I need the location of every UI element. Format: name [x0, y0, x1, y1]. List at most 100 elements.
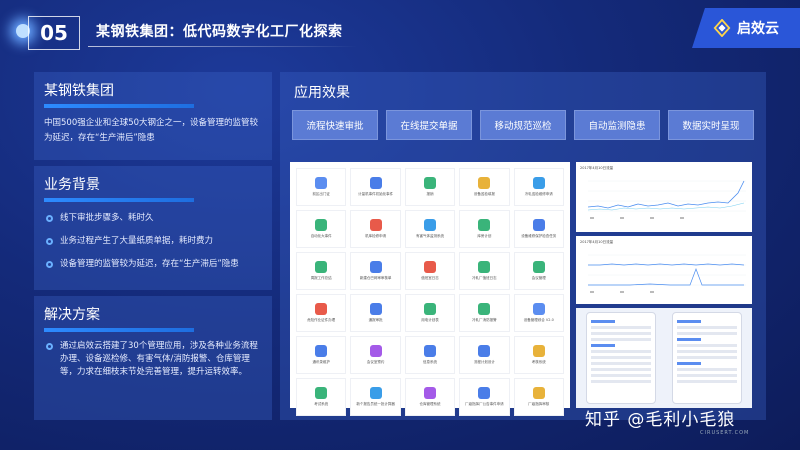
app-tile[interactable]: 信息系统	[404, 336, 456, 374]
app-tile[interactable]: 冷轧巡检维修申请	[513, 168, 564, 206]
app-tile[interactable]: 机库检修申请	[350, 210, 401, 248]
app-label: 冷轧巡检维修申请	[524, 192, 553, 196]
solution-item: 通过启效云搭建了30个管理应用，涉及各种业务流程办理、设备巡检修、有害气体/消防…	[44, 340, 262, 379]
app-tile[interactable]: 危险作业证件办理	[296, 294, 347, 332]
app-label: 信息系统	[422, 360, 437, 364]
app-label: 仓库管理系统	[419, 402, 441, 406]
app-tile[interactable]: 设备管理综合 V2.0	[513, 294, 564, 332]
series-line	[587, 202, 745, 211]
tab-auto-monitor[interactable]: 自动监测隐患	[574, 110, 660, 140]
app-tile[interactable]: 用电计划表	[404, 294, 456, 332]
app-icon	[478, 303, 491, 315]
app-icon	[315, 261, 328, 273]
mobile-app-screenshot	[576, 308, 752, 408]
app-icon	[532, 387, 545, 399]
app-tile[interactable]: 会议管理	[513, 252, 564, 290]
app-label: 库房计划	[477, 234, 492, 238]
app-tile[interactable]: 通讯录维护	[296, 336, 347, 374]
app-icon	[369, 177, 382, 189]
app-tile[interactable]: 流程计划设计	[459, 336, 510, 374]
panel-accent-bar	[44, 104, 194, 108]
tab-mobile-inspection[interactable]: 移动规范巡检	[480, 110, 566, 140]
app-grid-screenshot: 前区出门证 计量机事件初始化事件 报销 设备巡检填报 冷轧巡检维修申请自动化大事件 机库检…	[290, 162, 570, 416]
panel-accent-bar	[44, 328, 194, 332]
app-icon	[369, 261, 382, 273]
app-label: 新个报告员统一批计算器	[356, 402, 395, 406]
app-label: 用电计划表	[421, 318, 439, 322]
app-tile[interactable]: 库房计划	[459, 210, 510, 248]
app-label: 考核系统	[531, 360, 546, 364]
app-icon	[315, 177, 328, 189]
company-description: 中国500强企业和全球50大钢企之一，设备管理的监管较为延迟，存在“生产滞后”隐…	[44, 118, 259, 143]
app-icon	[478, 261, 491, 273]
app-tile[interactable]: 会议室预约	[350, 336, 401, 374]
app-tile[interactable]: 冷轧厂消防报警	[459, 294, 510, 332]
app-icon	[423, 261, 436, 273]
tab-fast-approval[interactable]: 流程快速审批	[292, 110, 378, 140]
page-title: 某钢铁集团：低代码数字化工厂化探索	[96, 24, 343, 40]
solution-panel: 解决方案 通过启效云搭建了30个管理应用，涉及各种业务流程办理、设备巡检修、有害…	[34, 296, 272, 420]
app-label: 计量机事件初始化事件	[358, 192, 394, 196]
chart-title: 2017年4月10日流量	[580, 166, 614, 170]
app-tile[interactable]: 设备维修保护检查任务	[513, 210, 564, 248]
app-icon	[532, 261, 545, 273]
tab-realtime-data[interactable]: 数据实时呈现	[668, 110, 754, 140]
effects-panel: 应用效果 流程快速审批 在线提交单据 移动规范巡检 自动监测隐患 数据实时呈现 …	[280, 72, 766, 420]
app-label: 考试系统	[314, 402, 329, 406]
bullet-circle-icon	[46, 238, 53, 245]
app-label: 自动化大事件	[310, 234, 332, 238]
app-icon	[423, 177, 436, 189]
app-tile[interactable]: 厂级指挥厂公告事件申请	[459, 378, 510, 416]
panel-accent-bar	[44, 198, 194, 202]
line-chart-2	[588, 254, 746, 293]
watermark-text: 知乎 @毛利小毛狼	[585, 410, 736, 430]
bullet-circle-icon	[46, 261, 53, 268]
app-icon	[532, 303, 545, 315]
tab-online-submit[interactable]: 在线提交单据	[386, 110, 472, 140]
section-number: 05	[28, 16, 80, 50]
app-tile[interactable]: 计量机事件初始化事件	[350, 168, 401, 206]
app-label: 报销	[426, 192, 434, 196]
company-panel: 某钢铁集团 中国500强企业和全球50大钢企之一，设备管理的监管较为延迟，存在“…	[34, 72, 272, 160]
app-label: 前区出门证	[312, 192, 330, 196]
app-tile[interactable]: 考核系统	[513, 336, 564, 374]
title-underline	[88, 46, 358, 47]
app-label: 通讯录维护	[312, 360, 330, 364]
line-chart-1	[587, 180, 746, 219]
app-tile[interactable]: 考试系统	[296, 378, 347, 416]
app-label: 有害气体监测系统	[415, 234, 444, 238]
app-tile[interactable]: 仓库管理系统	[404, 378, 456, 416]
left-column: 某钢铁集团 中国500强企业和全球50大钢企之一，设备管理的监管较为延迟，存在“…	[34, 72, 272, 426]
app-tile[interactable]: 值班室日志	[404, 252, 456, 290]
app-icon	[478, 387, 491, 399]
company-title: 某钢铁集团	[44, 83, 114, 99]
app-tile[interactable]: 冷轧厂值班日志	[459, 252, 510, 290]
brand-logo: 启效云	[692, 8, 800, 48]
app-tile[interactable]: 设备巡检填报	[459, 168, 510, 206]
app-icon	[369, 303, 382, 315]
app-tile[interactable]: 自动化大事件	[296, 210, 347, 248]
app-tile[interactable]: 新建仓巴网审审核单	[350, 252, 401, 290]
app-icon	[478, 219, 491, 231]
app-label: 冷轧厂值班日志	[472, 276, 497, 280]
effects-tabs: 流程快速审批 在线提交单据 移动规范巡检 自动监测隐患 数据实时呈现	[292, 110, 762, 140]
background-item: 线下审批步骤多、耗时久	[44, 212, 262, 225]
app-tile[interactable]: 通报审批	[350, 294, 401, 332]
brand-logo-icon	[713, 19, 731, 37]
app-tile[interactable]: 厂级指挥审核	[513, 378, 564, 416]
app-label: 会议室预约	[366, 360, 385, 364]
watermark-subtext: CIRUSERT.COM	[700, 430, 750, 436]
series-line	[587, 180, 745, 209]
phone-mockup	[586, 312, 656, 404]
bullet-circle-icon	[46, 215, 53, 222]
app-tile[interactable]: 前区出门证	[296, 168, 347, 206]
app-label: 流程计划设计	[473, 360, 495, 364]
app-icon	[315, 387, 328, 399]
app-label: 设备维修保护检查任务	[521, 234, 557, 238]
app-label: 厂级指挥审核	[528, 402, 550, 406]
app-tile[interactable]: 周报工作总结	[296, 252, 347, 290]
app-tile[interactable]: 报销	[404, 168, 456, 206]
app-tile[interactable]: 新个报告员统一批计算器	[350, 378, 401, 416]
app-icon	[369, 345, 382, 357]
app-tile[interactable]: 有害气体监测系统	[404, 210, 456, 248]
